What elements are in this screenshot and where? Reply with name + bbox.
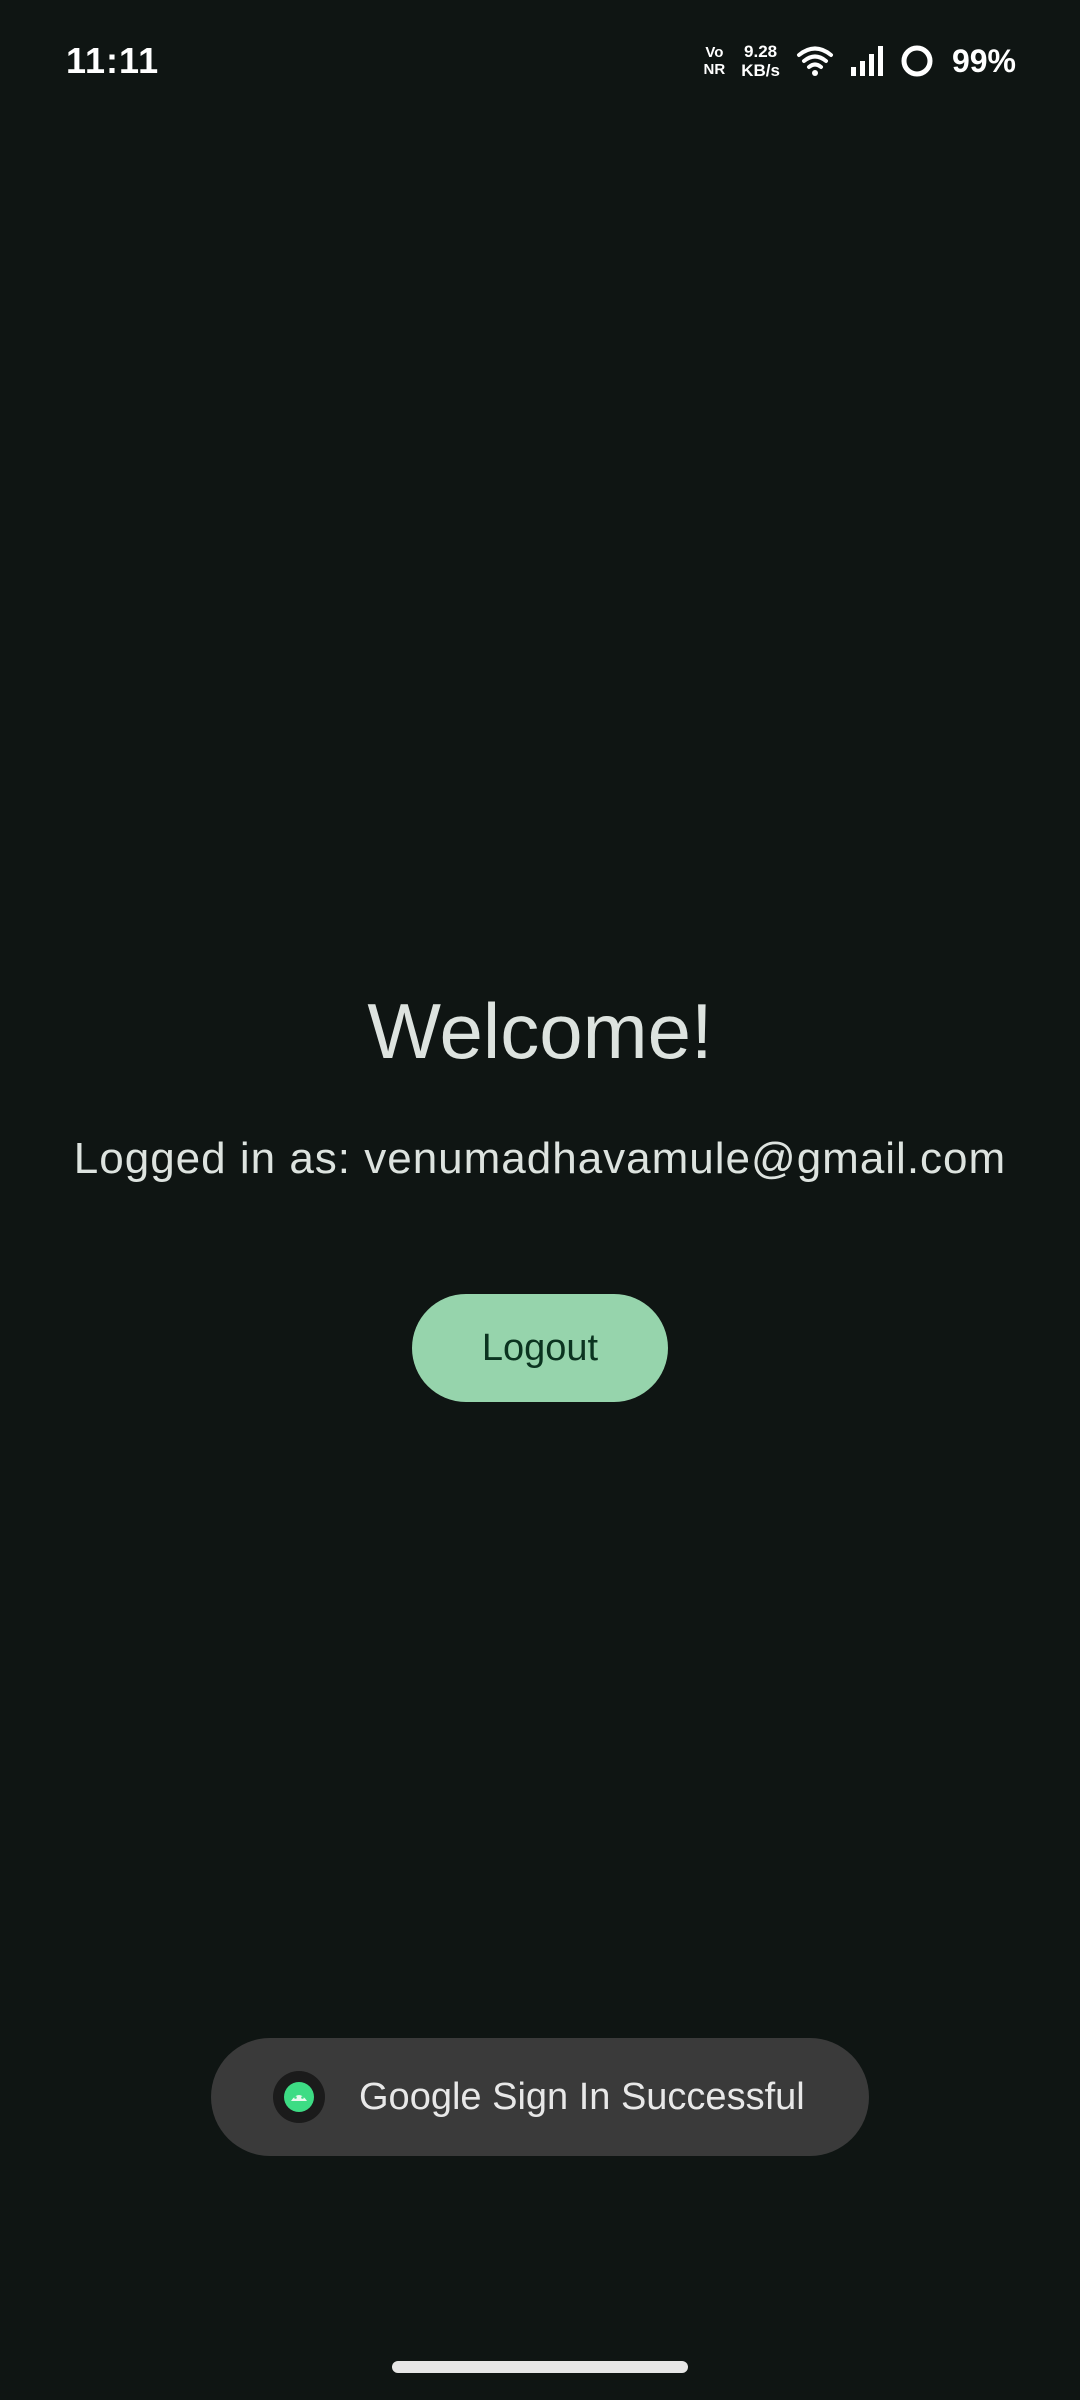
battery-ring-icon — [900, 44, 934, 78]
status-icons: Vo NR 9.28 KB/s 99% — [704, 38, 1016, 84]
logout-button[interactable]: Logout — [412, 1294, 668, 1402]
gesture-nav-handle[interactable] — [392, 2361, 688, 2373]
logged-in-text: Logged in as: venumadhavamule@gmail.com — [73, 1134, 1007, 1183]
android-app-icon — [273, 2071, 325, 2123]
volte-bottom-label: NR — [703, 61, 726, 78]
toast-message: Google Sign In Successful — [359, 2075, 805, 2118]
status-time: 11:11 — [66, 40, 160, 81]
network-speed-value: 9.28 — [744, 42, 778, 61]
welcome-title: Welcome! — [367, 987, 713, 1075]
wifi-icon — [796, 44, 834, 78]
volte-top-label: Vo — [705, 44, 724, 61]
battery-percent: 99% — [951, 42, 1016, 79]
signal-icon — [850, 45, 884, 77]
network-speed: 9.28 KB/s — [741, 42, 780, 80]
network-speed-unit: KB/s — [741, 61, 780, 80]
toast: Google Sign In Successful — [211, 2038, 869, 2156]
status-bar: 11:11 Vo NR 9.28 KB/s 99% — [0, 0, 1080, 120]
app-screen: 11:11 Vo NR 9.28 KB/s 99% Welcome! Logge… — [0, 0, 1080, 2400]
volte-indicator: Vo NR — [704, 44, 726, 78]
